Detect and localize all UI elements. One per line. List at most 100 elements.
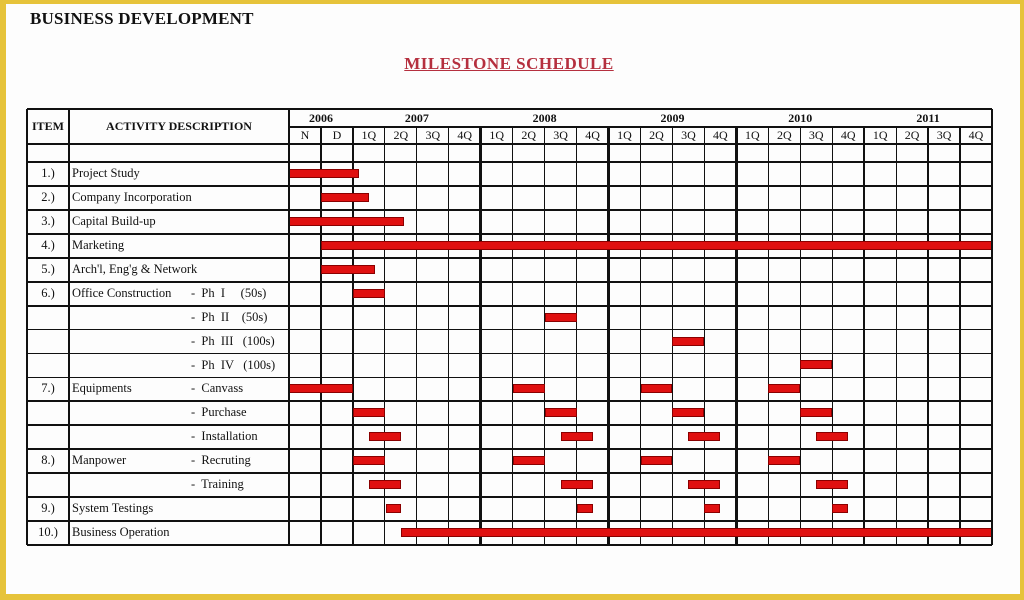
period-header: 2Q — [776, 128, 792, 142]
grid-line — [27, 304, 992, 307]
row-sub-activity: - Ph III (100s) — [191, 333, 275, 348]
year-header: 2007 — [404, 111, 429, 125]
gantt-bar — [704, 504, 721, 514]
row-item-number: 2.) — [41, 189, 55, 204]
grid-line — [895, 127, 897, 545]
row-item-number — [27, 473, 69, 497]
row-sub-activity: - Training — [191, 477, 244, 492]
row-activity: System Testings — [72, 501, 154, 516]
gantt-bar — [320, 264, 376, 274]
gantt-bar — [768, 456, 801, 466]
period-header: 3Q — [425, 128, 441, 142]
row-activity: Arch'l, Eng'g & Network — [72, 261, 198, 276]
gantt-bar — [352, 456, 385, 466]
grid-line — [27, 520, 992, 522]
grid-line — [512, 127, 514, 545]
gantt-bar — [560, 432, 593, 442]
period-header: 3Q — [936, 128, 952, 142]
gantt-bar — [320, 192, 369, 202]
grid-line — [27, 161, 992, 163]
period-header: 4Q — [713, 128, 728, 142]
gantt-bar — [544, 408, 577, 418]
row-item-number — [27, 354, 69, 378]
grid-line — [289, 126, 992, 128]
column-header-activity: ACTIVITY DESCRIPTION — [106, 119, 252, 133]
row-sub-activity: - Installation — [191, 429, 258, 444]
row-activity: Marketing — [72, 237, 125, 252]
gantt-bar — [368, 432, 401, 442]
row-sub-activity: - Ph I (50s) — [191, 285, 267, 300]
grid-line — [448, 127, 450, 545]
row-item-number: 4.) — [41, 237, 55, 252]
row-item-number: 7.) — [41, 381, 55, 396]
row-item-number — [27, 401, 69, 425]
row-item-number: 10.) — [38, 525, 58, 540]
grid-line — [544, 127, 546, 545]
row-activity: Capital Build-up — [72, 213, 156, 228]
grid-line — [27, 107, 992, 111]
gantt-bar — [688, 480, 721, 490]
grid-line — [27, 280, 992, 283]
grid-line — [799, 127, 801, 545]
row-activity: Company Incorporation — [72, 189, 192, 204]
period-header: 2Q — [649, 128, 664, 142]
grid-line — [27, 400, 992, 403]
gantt-bar — [352, 408, 385, 418]
gantt-bar — [688, 432, 721, 442]
grid-line — [67, 109, 71, 545]
gantt-bar — [289, 168, 360, 178]
period-header: 4Q — [840, 128, 856, 142]
row-activity: Manpower — [72, 453, 127, 468]
period-header: 3Q — [553, 128, 568, 142]
row-sub-activity: - Ph IV (100s) — [191, 357, 276, 372]
row-item-number: 9.) — [41, 501, 55, 516]
grid-line — [607, 127, 610, 545]
gantt-bar — [816, 432, 849, 442]
year-header: 2009 — [660, 111, 685, 125]
grid-line — [320, 127, 322, 545]
row-item-number: 3.) — [41, 213, 55, 228]
period-header: 1Q — [872, 128, 888, 142]
grid-line — [27, 496, 992, 499]
row-item-number: 8.) — [41, 453, 55, 468]
grid-line — [27, 352, 992, 355]
period-header: 1Q — [361, 128, 377, 142]
row-item-number — [27, 306, 69, 330]
gantt-bar — [768, 384, 801, 394]
grid-line — [862, 127, 866, 545]
period-header: N — [300, 128, 310, 142]
column-header-item: ITEM — [31, 119, 64, 133]
period-header: 3Q — [808, 128, 824, 142]
grid-line — [927, 127, 929, 545]
gantt-bar — [640, 384, 673, 394]
grid-line — [27, 448, 992, 451]
grid-line — [990, 109, 994, 545]
row-sub-activity: - Canvass — [191, 381, 244, 396]
row-item-number: 5.) — [41, 261, 55, 276]
gantt-bar — [800, 360, 833, 370]
row-sub-activity: - Purchase — [191, 405, 247, 420]
grid-line — [959, 127, 961, 545]
grid-line — [27, 472, 992, 475]
period-header: 2Q — [904, 128, 920, 142]
year-header: 2011 — [916, 111, 940, 125]
gantt-bar — [289, 384, 353, 394]
period-header: D — [332, 128, 342, 142]
gantt-bar — [352, 288, 385, 298]
grid-line — [27, 328, 992, 331]
period-header: 1Q — [745, 128, 760, 142]
row-activity: Equipments — [72, 381, 132, 396]
grid-line — [27, 232, 992, 235]
grid-line — [639, 127, 642, 545]
row-sub-activity: - Ph II (50s) — [191, 309, 268, 324]
row-activity: Project Study — [72, 166, 140, 180]
row-item-number: 1.) — [41, 166, 55, 180]
gantt-bar — [576, 504, 593, 514]
gantt-bar — [544, 312, 577, 322]
period-header: 1Q — [617, 128, 632, 142]
period-header: 2Q — [521, 128, 536, 142]
year-header: 2008 — [532, 111, 557, 125]
period-header: 3Q — [681, 128, 696, 142]
row-item-number: 6.) — [41, 285, 55, 300]
gantt-bar — [289, 216, 405, 226]
